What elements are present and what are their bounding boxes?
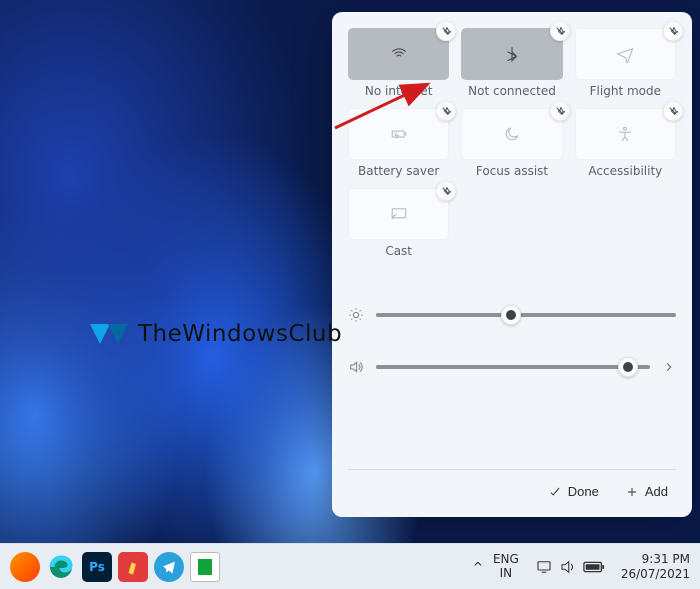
unpin-button-bluetooth[interactable] xyxy=(550,21,570,41)
unpin-icon xyxy=(555,26,565,36)
tile-wrap-focus: Focus assist xyxy=(461,108,562,178)
annotation-arrow xyxy=(330,78,440,138)
cast-icon xyxy=(390,205,408,223)
brightness-icon xyxy=(348,307,364,323)
bluetooth-tile-label: Not connected xyxy=(468,84,556,98)
taskbar-app-libreoffice[interactable] xyxy=(190,552,220,582)
battery-saver-tile-label: Battery saver xyxy=(358,164,439,178)
battery-tray-icon xyxy=(583,560,605,574)
unpin-button-cast[interactable] xyxy=(436,181,456,201)
wifi-tile[interactable] xyxy=(348,28,449,80)
tile-wrap-bluetooth: Not connected xyxy=(461,28,562,98)
network-icon xyxy=(535,558,553,576)
moon-icon xyxy=(503,125,521,143)
tile-wrap-cast: Cast xyxy=(348,188,449,258)
cast-tile[interactable] xyxy=(348,188,449,240)
lang-line1: ENG xyxy=(493,553,519,567)
volume-slider[interactable] xyxy=(376,365,650,369)
flight-mode-tile[interactable] xyxy=(575,28,676,80)
bluetooth-tile[interactable] xyxy=(461,28,562,80)
taskbar-left: Ps xyxy=(10,552,220,582)
flight-mode-tile-label: Flight mode xyxy=(590,84,661,98)
clock[interactable]: 9:31 PM 26/07/2021 xyxy=(621,552,690,581)
unpin-icon xyxy=(441,186,451,196)
bluetooth-icon xyxy=(503,45,521,63)
accessibility-tile[interactable] xyxy=(575,108,676,160)
language-indicator[interactable]: ENG IN xyxy=(493,553,519,581)
lang-line2: IN xyxy=(493,567,519,581)
tray-chevron-up-icon[interactable]: ^ xyxy=(473,560,483,574)
taskbar-app-edge[interactable] xyxy=(46,552,76,582)
clock-date: 26/07/2021 xyxy=(621,567,690,581)
volume-icon xyxy=(348,359,364,375)
add-button-label: Add xyxy=(645,484,668,499)
watermark-text: TheWindowsClub xyxy=(138,321,342,347)
plus-icon xyxy=(625,485,639,499)
add-button[interactable]: Add xyxy=(617,478,676,505)
focus-assist-tile[interactable] xyxy=(461,108,562,160)
tile-wrap-flight: Flight mode xyxy=(575,28,676,98)
unpin-icon xyxy=(555,106,565,116)
unpin-icon xyxy=(668,26,678,36)
chevron-right-icon[interactable] xyxy=(662,360,676,374)
unpin-icon xyxy=(441,26,451,36)
taskbar: Ps ^ ENG IN 9:31 PM 26/07/2021 xyxy=(0,543,700,589)
accessibility-icon xyxy=(616,125,634,143)
wifi-icon xyxy=(390,45,408,63)
volume-slider-row xyxy=(348,348,676,386)
brightness-slider[interactable] xyxy=(376,313,676,317)
done-button-label: Done xyxy=(568,484,599,499)
done-button[interactable]: Done xyxy=(540,478,607,505)
watermark: TheWindowsClub xyxy=(90,318,342,350)
cast-tile-label: Cast xyxy=(385,244,412,258)
accessibility-tile-label: Accessibility xyxy=(588,164,662,178)
quick-settings-tiles: No internet Not connected Flight mode xyxy=(348,28,676,258)
taskbar-app-telegram[interactable] xyxy=(154,552,184,582)
tile-wrap-access: Accessibility xyxy=(575,108,676,178)
watermark-logo-icon xyxy=(90,318,136,350)
airplane-icon xyxy=(616,45,634,63)
brightness-slider-row xyxy=(348,296,676,334)
taskbar-app-ccleaner[interactable] xyxy=(118,552,148,582)
taskbar-right: ^ ENG IN 9:31 PM 26/07/2021 xyxy=(473,552,690,581)
quick-settings-footer: Done Add xyxy=(348,469,676,509)
unpin-icon xyxy=(668,106,678,116)
volume-slider-thumb[interactable] xyxy=(618,357,638,377)
unpin-button-access[interactable] xyxy=(663,101,683,121)
clock-time: 9:31 PM xyxy=(621,552,690,566)
check-icon xyxy=(548,485,562,499)
volume-tray-icon xyxy=(559,558,577,576)
taskbar-app-photoshop[interactable]: Ps xyxy=(82,552,112,582)
taskbar-app-firefox[interactable] xyxy=(10,552,40,582)
unpin-icon xyxy=(441,106,451,116)
sliders-section xyxy=(348,282,676,400)
system-tray[interactable] xyxy=(529,554,611,580)
unpin-button-focus[interactable] xyxy=(550,101,570,121)
unpin-button-flight[interactable] xyxy=(663,21,683,41)
unpin-button-wifi[interactable] xyxy=(436,21,456,41)
brightness-slider-thumb[interactable] xyxy=(501,305,521,325)
focus-assist-tile-label: Focus assist xyxy=(476,164,548,178)
